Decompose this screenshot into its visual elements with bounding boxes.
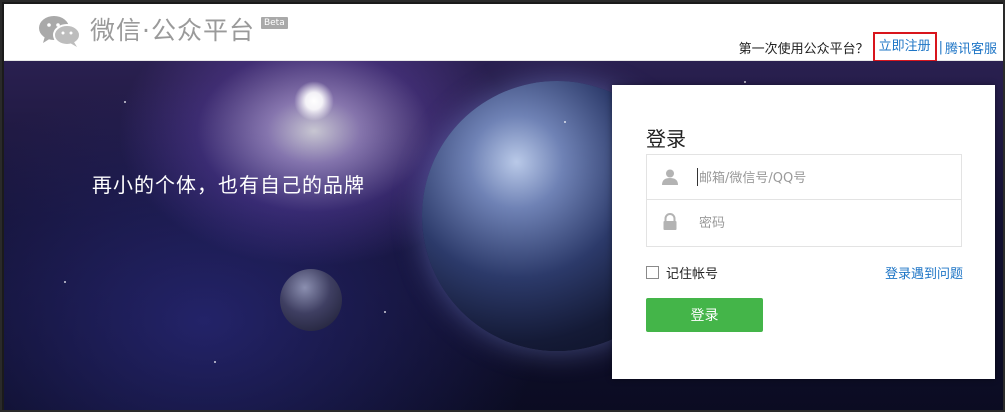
light-flare: [294, 81, 334, 121]
star: [64, 281, 66, 283]
logo-text: 微信·公众平台: [90, 16, 255, 45]
register-link[interactable]: 立即注册: [872, 32, 937, 62]
star: [384, 311, 386, 313]
login-button[interactable]: 登录: [646, 298, 763, 332]
baidu-jingyan-watermark: Bai du 经验 jingyan.baidu.com: [770, 300, 968, 365]
login-help-link[interactable]: 登录遇到问题: [885, 263, 963, 282]
slogan: 再小的个体，也有自己的品牌: [92, 173, 365, 197]
remember-account[interactable]: 记住帐号: [646, 263, 718, 282]
remember-checkbox[interactable]: [646, 266, 659, 279]
password-input[interactable]: [697, 210, 951, 236]
header-links: 第一次使用公众平台？ 立即注册 | 腾讯客服: [739, 32, 997, 62]
password-field[interactable]: [646, 200, 962, 247]
watermark-brand: Bai du 经验: [770, 306, 968, 344]
star: [214, 361, 216, 363]
beta-badge: Beta: [260, 17, 288, 29]
watermark-url: jingyan.baidu.com: [770, 344, 954, 365]
small-planet-image: [280, 269, 342, 331]
first-use-text: 第一次使用公众平台？: [738, 41, 869, 57]
customer-service-link[interactable]: 腾讯客服: [945, 38, 997, 57]
star: [744, 81, 746, 83]
lock-icon: [661, 213, 679, 231]
user-icon: [661, 168, 679, 186]
username-input[interactable]: [697, 165, 951, 191]
remember-label: 记住帐号: [666, 267, 719, 282]
username-field[interactable]: [646, 154, 962, 200]
wechat-bubbles-icon: [38, 14, 82, 48]
star: [124, 101, 126, 103]
link-separator: |: [938, 39, 943, 55]
star: [564, 121, 566, 123]
wechat-logo[interactable]: 微信·公众平台 Beta: [38, 14, 288, 48]
top-header: 微信·公众平台 Beta 第一次使用公众平台？ 立即注册 | 腾讯客服: [4, 4, 1003, 62]
browser-frame: 微信·公众平台 Beta 第一次使用公众平台？ 立即注册 | 腾讯客服 再小的个…: [0, 0, 1005, 412]
login-title: 登录: [646, 127, 686, 151]
